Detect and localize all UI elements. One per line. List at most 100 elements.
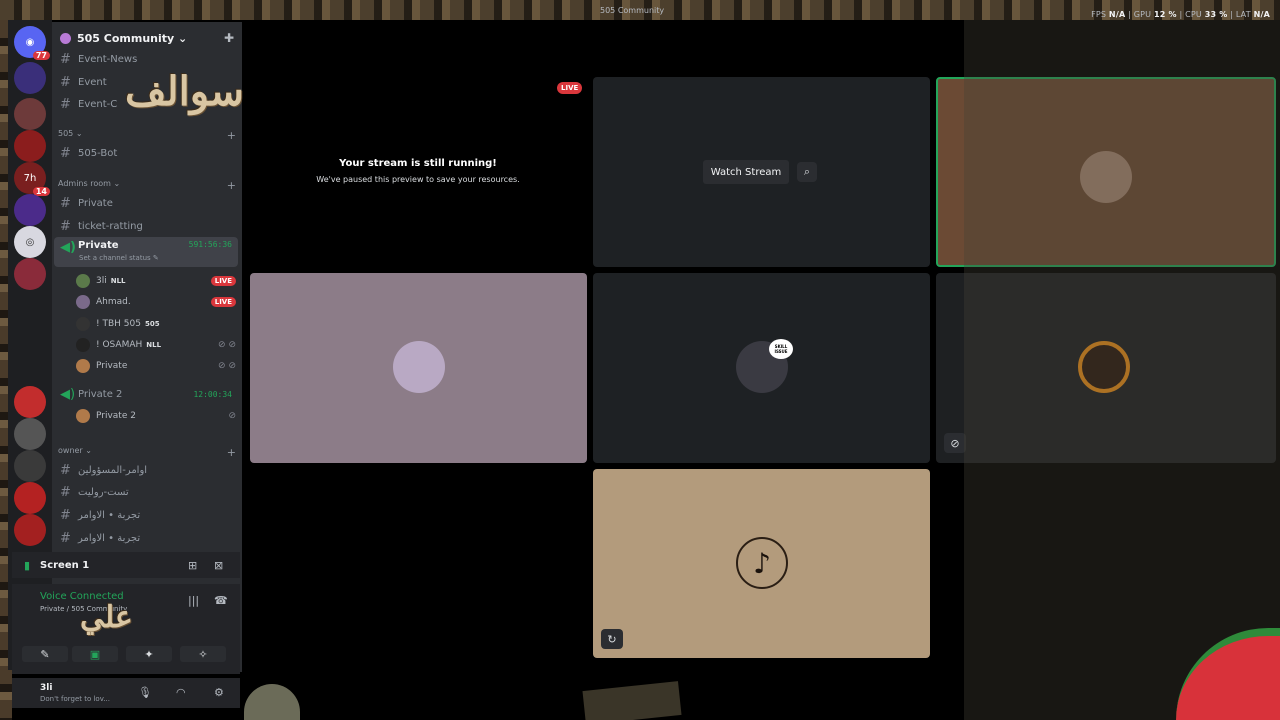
channel-ticket-ratting[interactable]: # ticket-ratting: [54, 216, 238, 236]
live-badge: LIVE: [210, 276, 236, 286]
channel-label: Event-News: [78, 53, 138, 65]
camera-button[interactable]: ✎: [22, 646, 68, 662]
server-icon[interactable]: [14, 130, 46, 162]
user-tag: 505: [144, 320, 160, 328]
channel-ar-3[interactable]: # تجربة • الاوامر: [54, 505, 238, 525]
participant-tile[interactable]: SKILL ISSUE: [593, 273, 930, 463]
channel-label: Event-C: [78, 98, 118, 110]
channel-ar-1[interactable]: # اوامر-المسؤولين: [54, 460, 238, 480]
gamepad-icon[interactable]: ⊞: [188, 559, 197, 572]
add-channel-icon[interactable]: +: [227, 129, 236, 142]
category-admins-room[interactable]: Admins room ⌄ +: [58, 179, 236, 192]
add-member-icon[interactable]: ✚: [224, 31, 234, 45]
speaker-icon: ◀): [60, 240, 76, 255]
user-name: Private: [96, 361, 128, 371]
avatar: [76, 274, 90, 288]
server-icon[interactable]: [14, 514, 46, 546]
live-badge: LIVE: [557, 82, 583, 94]
avatar: [76, 409, 90, 423]
category-owner[interactable]: owner ⌄ +: [58, 446, 236, 459]
gear-icon[interactable]: ⚙: [214, 686, 224, 699]
channel-label: ticket-ratting: [78, 220, 143, 232]
server-icon[interactable]: [14, 482, 46, 514]
gpu-value: 12 %: [1153, 10, 1177, 19]
screen-label: Screen 1: [40, 559, 90, 571]
add-channel-icon[interactable]: +: [227, 446, 236, 459]
channel-label: تجربة • الاوامر: [78, 509, 141, 521]
music-note-icon: ♪: [736, 537, 788, 589]
participant-tile[interactable]: [250, 273, 587, 463]
voice-channel-private[interactable]: ◀) Private 591:56:36 Set a channel statu…: [54, 237, 238, 267]
right-overlay: [964, 20, 1280, 720]
stop-stream-icon[interactable]: ⊠: [214, 559, 223, 572]
server-icon[interactable]: [14, 62, 46, 94]
user-panel: 3li Don't forget to lov... 🎙 ◠ ⚙: [12, 678, 240, 708]
channel-label: تست-روليت: [78, 486, 129, 498]
channel-ar-2[interactable]: # تست-روليت: [54, 482, 238, 502]
channel-ar-4[interactable]: # تجربة • الاوامر: [54, 528, 238, 548]
fps-value: N/A: [1108, 10, 1126, 19]
user-tag: NLL: [110, 277, 126, 285]
channel-label: 505-Bot: [78, 147, 118, 159]
server-icon[interactable]: [14, 194, 46, 226]
activities-button[interactable]: ✦: [126, 646, 172, 662]
helmet-decor: [244, 684, 300, 720]
decor-arabic-name: علي: [80, 600, 133, 635]
discord-home-icon[interactable]: ◉ 77: [14, 26, 50, 60]
user-name: Private 2: [96, 411, 136, 421]
server-icon[interactable]: ◎: [14, 226, 46, 258]
voice-user[interactable]: ! TBH 505 505: [76, 315, 236, 333]
guild-icon: [60, 32, 71, 44]
soundboard-button[interactable]: ✧: [180, 646, 226, 662]
server-icon[interactable]: [14, 98, 46, 130]
voice-user[interactable]: Private ⊘ ⊘: [76, 357, 236, 375]
mic-icon[interactable]: 🎙: [138, 686, 152, 699]
channel-status[interactable]: Set a channel status ✎: [79, 254, 159, 262]
channel-label: Event: [78, 76, 107, 88]
channel-private[interactable]: # Private: [54, 193, 238, 213]
stream-icon: ↻: [601, 629, 623, 649]
search-icon[interactable]: ⌕: [797, 162, 817, 182]
cpu-value: 33 %: [1204, 10, 1228, 19]
category-505[interactable]: 505 ⌄ +: [58, 129, 236, 142]
user-name: 3li: [96, 276, 107, 286]
muted-icon: ⊘ ⊘: [218, 340, 236, 350]
user-status: Don't forget to lov...: [40, 695, 110, 703]
voice-user[interactable]: Ahmad. LIVE: [76, 293, 236, 311]
user-name[interactable]: 3li: [40, 683, 52, 693]
voice-channel-private-2[interactable]: ◀) Private 2 12:00:34: [54, 384, 238, 404]
notification-badge: 77: [32, 51, 50, 60]
avatar: [393, 341, 445, 393]
disconnect-icon[interactable]: ☎: [214, 594, 228, 607]
stream-tile-paused[interactable]: [250, 77, 586, 267]
server-icon[interactable]: [14, 386, 46, 418]
skill-issue-badge: SKILL ISSUE: [769, 339, 793, 359]
hash-icon: #: [60, 74, 71, 90]
hash-icon: #: [60, 96, 71, 112]
channel-505-bot[interactable]: #505-Bot: [54, 143, 238, 163]
avatar: [76, 338, 90, 352]
hash-icon: #: [60, 484, 71, 500]
add-channel-icon[interactable]: +: [227, 179, 236, 192]
voice-user[interactable]: 3li NLL LIVE: [76, 272, 236, 290]
server-icon[interactable]: 7h 14: [14, 162, 50, 196]
user-name: ! OSAMAH: [96, 340, 143, 350]
user-name: ! TBH 505: [96, 319, 141, 329]
speaker-icon: ◀): [60, 386, 76, 402]
user-name: Ahmad.: [96, 297, 131, 307]
server-icon[interactable]: [14, 418, 46, 450]
headphones-icon[interactable]: ◠: [176, 686, 186, 699]
paused-title: Your stream is still running!: [339, 158, 497, 169]
app-window: ◉ 77 7h 14 ◎ 505 Community ⌄ ✚ # Event-News…: [0, 0, 1280, 720]
paused-subtitle: We've paused this preview to save your r…: [316, 175, 520, 184]
screen-share-button[interactable]: ▣: [72, 646, 118, 662]
hash-icon: #: [60, 51, 71, 67]
server-icon[interactable]: [14, 258, 46, 290]
voice-user[interactable]: Private 2 ⊘: [76, 407, 236, 425]
voice-user[interactable]: ! OSAMAH NLL ⊘ ⊘: [76, 336, 236, 354]
noise-suppression-icon[interactable]: |||: [188, 594, 199, 607]
avatar: [76, 317, 90, 331]
channel-event-news[interactable]: # Event-News: [54, 49, 238, 69]
watch-stream-button[interactable]: Watch Stream: [703, 160, 789, 184]
server-icon[interactable]: [14, 450, 46, 482]
